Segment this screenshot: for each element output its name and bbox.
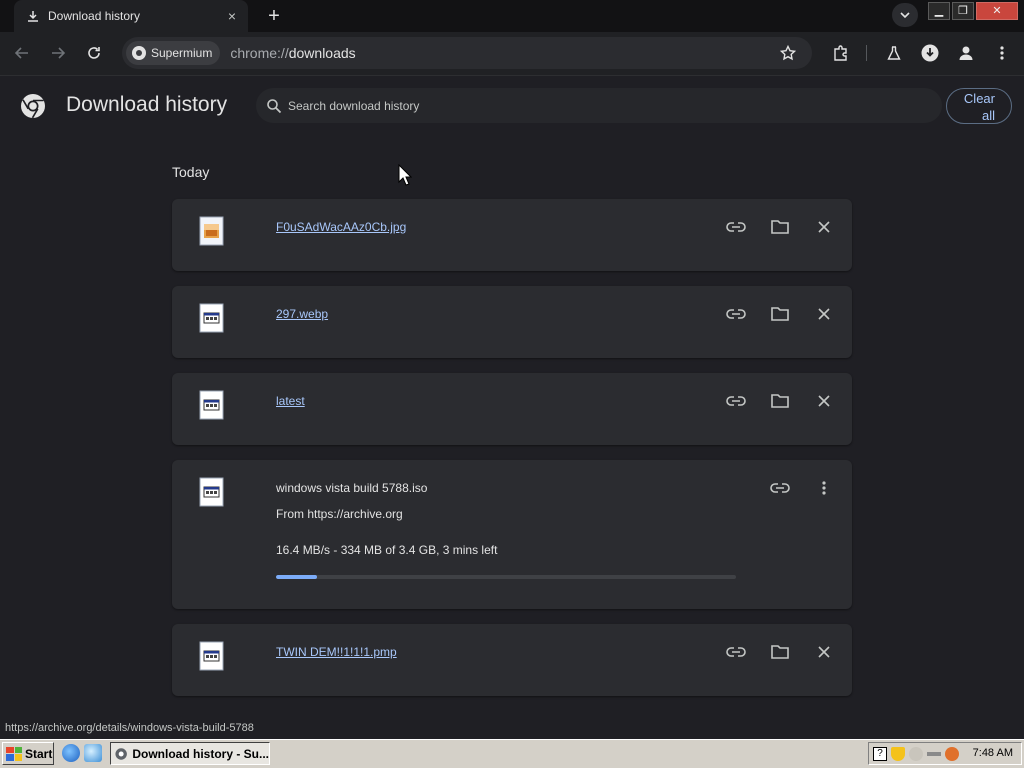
page-title: Download history [66,93,228,116]
close-window-button[interactable]: ✕ [976,2,1018,20]
download-filename: windows vista build 5788.iso [276,481,428,495]
copy-link-icon[interactable] [724,302,748,326]
profile-avatar-icon[interactable] [954,41,978,65]
clear-all-label-2: all [981,108,995,123]
windows-logo-icon [6,746,22,761]
show-in-folder-icon[interactable] [768,389,792,413]
profile-chip-label: Supermium [151,46,213,60]
menu-kebab-icon[interactable] [990,41,1014,65]
taskbar-item-label: Download history - Su... [132,746,269,761]
search-input[interactable] [288,98,888,113]
more-options-kebab-icon[interactable] [812,476,836,500]
download-source: From https://archive.org [276,507,403,521]
generic-file-icon [199,641,224,671]
toolbar-divider [866,45,867,61]
remove-close-icon[interactable] [812,302,836,326]
clear-all-label-1: Clear [963,91,995,106]
show-desktop-icon[interactable] [84,744,102,762]
back-icon[interactable] [10,41,34,65]
chevron-down-icon [900,12,910,19]
download-item: latest [172,373,852,445]
download-item: TWIN DEM!!1!1!1.pmp [172,624,852,696]
tab-download-history[interactable]: Download history × [14,0,248,32]
help-icon[interactable]: ? [873,746,887,761]
reload-icon[interactable] [82,41,106,65]
security-shield-icon[interactable] [891,746,905,761]
download-item: 297.webp [172,286,852,358]
extensions-icon[interactable] [829,41,853,65]
download-circle-icon [921,44,939,62]
start-label: Start [25,746,53,761]
system-tray: ? 7:48 AM [868,742,1022,765]
network-icon[interactable] [909,746,923,761]
section-heading-today: Today [172,164,210,180]
download-filename-link[interactable]: TWIN DEM!!1!1!1.pmp [276,645,397,659]
download-progress-fill [276,575,318,579]
copy-link-icon[interactable] [724,215,748,239]
internet-explorer-icon[interactable] [62,744,80,762]
forward-icon[interactable] [46,41,70,65]
copy-link-icon[interactable] [724,389,748,413]
generic-file-icon [199,477,224,507]
volume-icon[interactable] [927,751,941,756]
show-in-folder-icon[interactable] [768,302,792,326]
clock: 7:48 AM [972,747,1013,759]
remove-close-icon[interactable] [812,215,836,239]
search-tray-icon[interactable] [945,746,959,761]
minimize-button[interactable]: ▁ [928,2,950,20]
url-text[interactable]: chrome://downloads [230,45,355,61]
tab-search-button[interactable] [892,3,918,27]
download-item-in-progress: windows vista build 5788.iso From https:… [172,460,852,609]
jpg-file-icon [199,216,224,246]
search-icon [267,98,282,113]
search-downloads-box[interactable] [256,88,942,123]
download-icon [26,9,40,23]
download-progress-bar [276,575,736,579]
download-filename-link[interactable]: 297.webp [276,307,328,321]
show-in-folder-icon[interactable] [768,215,792,239]
tab-close-icon[interactable]: × [224,8,240,24]
status-bubble-url: https://archive.org/details/windows-vist… [0,718,270,738]
download-progress-text: 16.4 MB/s - 334 MB of 3.4 GB, 3 mins lef… [276,543,498,557]
copy-link-icon[interactable] [724,640,748,664]
download-filename-link[interactable]: F0uSAdWacAAz0Cb.jpg [276,220,406,234]
remove-close-icon[interactable] [812,389,836,413]
start-button[interactable]: Start [2,742,54,765]
download-filename-link[interactable]: latest [276,394,305,408]
quick-launch [62,744,106,762]
window-controls: ▁ ❐ ✕ [928,2,1020,20]
clear-all-button[interactable]: Clear all [946,88,1012,124]
labs-flask-icon[interactable] [882,41,906,65]
supermium-icon [132,46,146,60]
downloads-button[interactable] [918,41,942,65]
address-bar[interactable]: Supermium chrome://downloads [122,37,812,69]
restore-button[interactable]: ❐ [952,2,974,20]
new-tab-button[interactable]: + [262,4,286,28]
show-in-folder-icon[interactable] [768,640,792,664]
copy-link-icon[interactable] [768,476,792,500]
taskbar-item-browser[interactable]: Download history - Su... [110,742,270,765]
generic-file-icon [199,390,224,420]
generic-file-icon [199,303,224,333]
bookmark-star-icon[interactable] [776,41,800,65]
chrome-logo-icon [20,93,46,119]
download-item: F0uSAdWacAAz0Cb.jpg [172,199,852,271]
tab-title: Download history [48,9,141,23]
mouse-cursor-icon [398,163,413,186]
supermium-icon [115,747,127,760]
profile-chip[interactable]: Supermium [126,41,221,65]
remove-close-icon[interactable] [812,640,836,664]
